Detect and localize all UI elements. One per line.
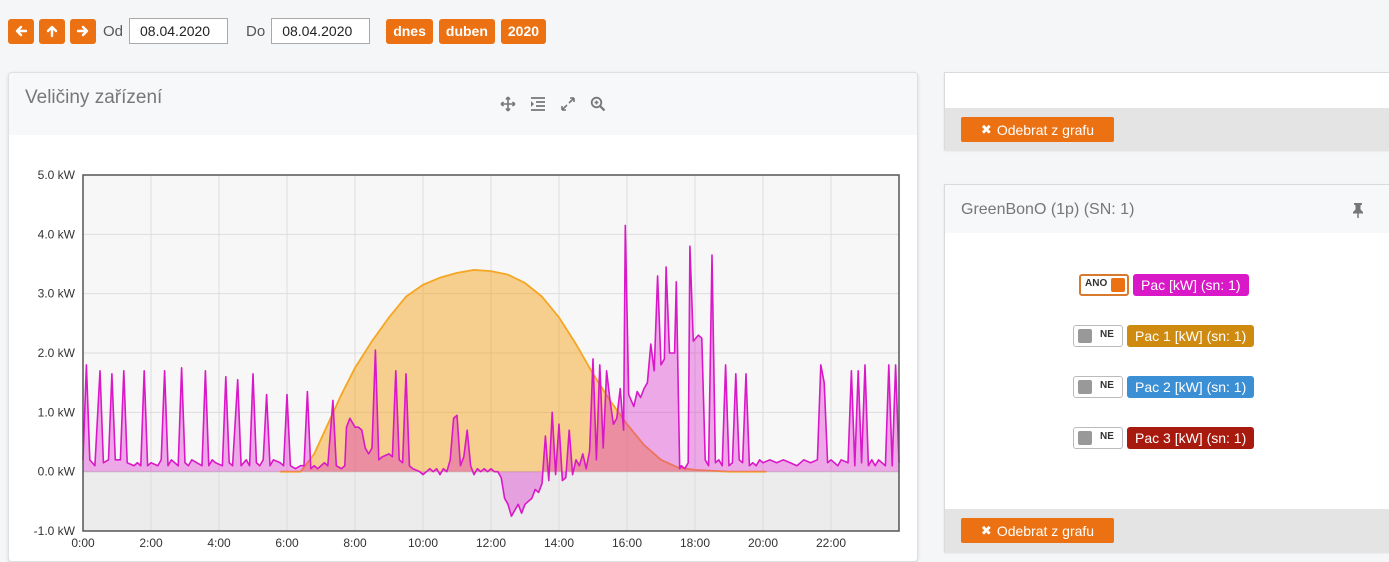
y-tick-label: 3.0 kW (38, 287, 76, 301)
chart-header: Veličiny zařízení (9, 73, 917, 135)
series-badge: Pac [kW] (sn: 1) (1133, 274, 1249, 296)
expand-icon[interactable] (559, 95, 577, 113)
previous-device-panel: ✖ Odebrat z grafu (944, 72, 1389, 151)
x-tick-label: 0:00 (71, 536, 95, 550)
panel-footer: ✖ Odebrat z grafu (945, 509, 1389, 553)
panel-footer: ✖ Odebrat z grafu (945, 108, 1389, 151)
toggle-label: ANO (1085, 278, 1108, 289)
remove-label: Odebrat z grafu (996, 121, 1095, 138)
x-tick-label: 2:00 (139, 536, 163, 550)
device-title: GreenBonO (1p) (SN: 1) (961, 201, 1135, 218)
arrow-left-icon (15, 25, 28, 37)
series-row: NE Pac 2 [kW] (sn: 1) (1073, 376, 1255, 398)
chart-panel: Veličiny zařízení 5.0 kW 4.0 kW 3.0 kW 2.0 … (8, 72, 918, 562)
chart-title: Veličiny zařízení (25, 87, 163, 108)
remove-from-chart-button[interactable]: ✖ Odebrat z grafu (961, 117, 1114, 142)
toggle-label: NE (1100, 329, 1114, 340)
to-date-input[interactable] (271, 18, 371, 44)
y-tick-label: 1.0 kW (38, 405, 76, 419)
x-tick-label: 8:00 (343, 536, 367, 550)
x-tick-label: 10:00 (408, 536, 438, 550)
x-tick-label: 14:00 (544, 536, 574, 550)
chart-toolbar (499, 95, 619, 113)
series-badge: Pac 2 [kW] (sn: 1) (1127, 376, 1255, 398)
device-header: GreenBonO (1p) (SN: 1) (945, 185, 1389, 233)
toggle-label: NE (1100, 431, 1114, 442)
month-button[interactable]: duben (438, 18, 495, 44)
pin-icon[interactable] (1351, 202, 1365, 218)
indent-icon[interactable] (529, 95, 547, 113)
series-row: NE Pac 3 [kW] (sn: 1) (1073, 427, 1255, 449)
year-button[interactable]: 2020 (500, 18, 547, 44)
arrow-right-icon (76, 25, 89, 37)
x-tick-label: 22:00 (816, 536, 846, 550)
x-tick-label: 6:00 (275, 536, 299, 550)
series-badge: Pac 3 [kW] (sn: 1) (1127, 427, 1255, 449)
series-badge: Pac 1 [kW] (sn: 1) (1127, 325, 1255, 347)
y-tick-label: 5.0 kW (38, 168, 76, 182)
move-icon[interactable] (499, 95, 517, 113)
from-label: Od (103, 22, 124, 40)
up-button[interactable] (39, 18, 65, 44)
arrow-up-icon (46, 25, 58, 38)
next-button[interactable] (70, 18, 96, 44)
close-icon: ✖ (980, 522, 992, 538)
x-tick-label: 18:00 (680, 536, 710, 550)
to-label: Do (246, 22, 266, 40)
series-toggle[interactable]: NE (1073, 325, 1123, 347)
series-toggle[interactable]: NE (1073, 427, 1123, 449)
toggle-knob (1111, 278, 1125, 292)
series-toggle[interactable]: NE (1073, 376, 1123, 398)
series-row: NE Pac 1 [kW] (sn: 1) (1073, 325, 1255, 347)
close-icon: ✖ (980, 121, 992, 137)
series-row: ANO Pac [kW] (sn: 1) (1079, 274, 1249, 296)
y-tick-label: -1.0 kW (34, 524, 76, 538)
y-tick-label: 2.0 kW (38, 346, 76, 360)
from-date-input[interactable] (129, 18, 229, 44)
date-toolbar: Od Do dnes duben 2020 (8, 18, 552, 44)
remove-label: Odebrat z grafu (996, 522, 1095, 539)
y-tick-label: 4.0 kW (38, 227, 76, 241)
zoom-icon[interactable] (589, 95, 607, 113)
series-toggle[interactable]: ANO (1079, 274, 1129, 296)
toggle-knob (1078, 431, 1092, 445)
toggle-label: NE (1100, 380, 1114, 391)
x-tick-label: 4:00 (207, 536, 231, 550)
power-chart[interactable]: 5.0 kW 4.0 kW 3.0 kW 2.0 kW 1.0 kW 0.0 kW -1.0… (9, 135, 917, 562)
y-tick-label: 0.0 kW (38, 465, 76, 479)
x-tick-label: 20:00 (748, 536, 778, 550)
x-tick-label: 16:00 (612, 536, 642, 550)
toggle-knob (1078, 329, 1092, 343)
toggle-knob (1078, 380, 1092, 394)
device-panel: GreenBonO (1p) (SN: 1) ANO Pac [kW] (sn:… (944, 184, 1389, 553)
remove-from-chart-button[interactable]: ✖ Odebrat z grafu (961, 518, 1114, 543)
x-tick-label: 12:00 (476, 536, 506, 550)
today-button[interactable]: dnes (386, 18, 433, 44)
prev-button[interactable] (8, 18, 34, 44)
